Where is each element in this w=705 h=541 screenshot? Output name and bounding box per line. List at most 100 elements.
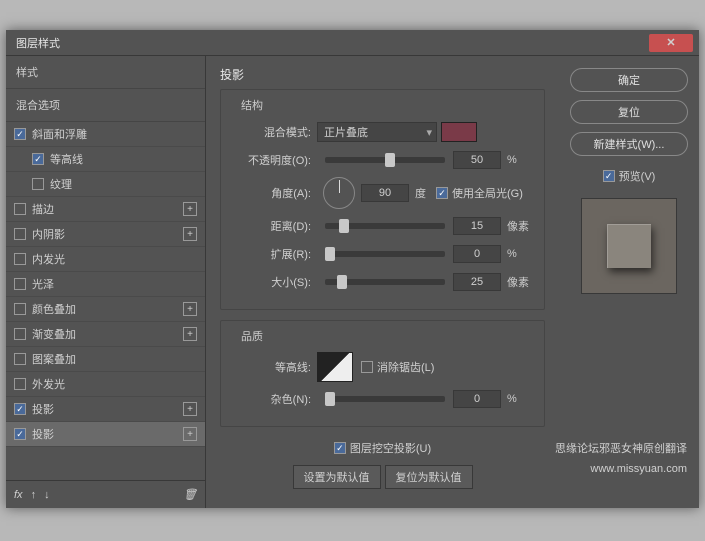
layer-style-dialog: 图层样式 ✕ 样式 混合选项 斜面和浮雕等高线纹理描边+内阴影+内发光光泽颜色叠… [6,30,699,508]
close-button[interactable]: ✕ [649,34,693,52]
titlebar[interactable]: 图层样式 ✕ [6,30,699,56]
style-checkbox[interactable] [14,128,26,140]
structure-fieldset: 结构 混合模式: 正片叠底 不透明度(O): 50 % 角度(A): 90 度 [220,89,545,310]
style-label: 渐变叠加 [32,326,183,342]
add-effect-icon[interactable]: + [183,427,197,441]
global-light-label: 使用全局光(G) [452,185,523,201]
style-checkbox[interactable] [14,378,26,390]
blend-mode-select[interactable]: 正片叠底 [317,122,437,142]
style-checkbox[interactable] [14,278,26,290]
panel-title: 投影 [220,66,545,83]
global-light-checkbox[interactable] [436,187,448,199]
close-icon: ✕ [666,36,675,49]
ok-button[interactable]: 确定 [570,68,688,92]
preview-label: 预览(V) [619,168,656,184]
distance-label: 距离(D): [233,218,317,234]
make-default-button[interactable]: 设置为默认值 [293,465,381,489]
style-checkbox[interactable] [14,203,26,215]
preview-checkbox[interactable] [603,170,615,182]
add-effect-icon[interactable]: + [183,327,197,341]
noise-unit: % [507,393,517,405]
arrow-down-icon[interactable]: ↓ [44,489,50,501]
add-effect-icon[interactable]: + [183,227,197,241]
style-item-5[interactable]: 内发光 [6,247,205,272]
quality-title: 品质 [237,328,267,344]
size-input[interactable]: 25 [453,273,501,291]
style-item-12[interactable]: 投影+ [6,422,205,447]
style-checkbox[interactable] [14,403,26,415]
arrow-up-icon[interactable]: ↑ [31,489,37,501]
style-label: 投影 [32,401,183,417]
spread-unit: % [507,248,517,260]
distance-slider[interactable] [325,223,445,229]
style-item-2[interactable]: 纹理 [6,172,205,197]
blending-options-header[interactable]: 混合选项 [6,89,205,122]
style-item-7[interactable]: 颜色叠加+ [6,297,205,322]
angle-dial[interactable] [323,177,355,209]
style-label: 描边 [32,201,183,217]
style-item-4[interactable]: 内阴影+ [6,222,205,247]
style-label: 等高线 [50,151,197,167]
distance-input[interactable]: 15 [453,217,501,235]
style-item-8[interactable]: 渐变叠加+ [6,322,205,347]
noise-label: 杂色(N): [233,391,317,407]
fx-icon[interactable]: fx [14,489,23,501]
new-style-button[interactable]: 新建样式(W)... [570,132,688,156]
style-checkbox[interactable] [14,353,26,365]
trash-icon[interactable]: 🗑 [183,488,197,501]
style-label: 内发光 [32,251,197,267]
angle-label: 角度(A): [233,185,317,201]
slider-thumb[interactable] [325,392,335,406]
cancel-button[interactable]: 复位 [570,100,688,124]
antialias-label: 消除锯齿(L) [377,359,434,375]
style-label: 投影 [32,426,183,442]
quality-fieldset: 品质 等高线: 消除锯齿(L) 杂色(N): 0 % [220,320,545,427]
styles-header[interactable]: 样式 [6,56,205,89]
style-checkbox[interactable] [14,328,26,340]
slider-thumb[interactable] [337,275,347,289]
angle-unit: 度 [415,185,426,201]
opacity-slider[interactable] [325,157,445,163]
style-checkbox[interactable] [14,228,26,240]
style-checkbox[interactable] [32,178,44,190]
style-checkbox[interactable] [32,153,44,165]
style-checkbox[interactable] [14,303,26,315]
slider-thumb[interactable] [385,153,395,167]
knockout-checkbox[interactable] [334,442,346,454]
style-item-6[interactable]: 光泽 [6,272,205,297]
structure-title: 结构 [237,97,267,113]
style-list: 斜面和浮雕等高线纹理描边+内阴影+内发光光泽颜色叠加+渐变叠加+图案叠加外发光投… [6,122,205,480]
drop-shadow-panel: 投影 结构 混合模式: 正片叠底 不透明度(O): 50 % 角度(A): [206,56,559,508]
noise-slider[interactable] [325,396,445,402]
spread-slider[interactable] [325,251,445,257]
style-checkbox[interactable] [14,428,26,440]
contour-picker[interactable] [317,352,353,382]
add-effect-icon[interactable]: + [183,302,197,316]
window-title: 图层样式 [16,35,60,51]
color-swatch[interactable] [441,122,477,142]
spread-input[interactable]: 0 [453,245,501,263]
style-item-9[interactable]: 图案叠加 [6,347,205,372]
preview-cube [607,224,651,268]
style-item-10[interactable]: 外发光 [6,372,205,397]
style-item-0[interactable]: 斜面和浮雕 [6,122,205,147]
slider-thumb[interactable] [325,247,335,261]
opacity-input[interactable]: 50 [453,151,501,169]
style-checkbox[interactable] [14,253,26,265]
reset-default-button[interactable]: 复位为默认值 [385,465,473,489]
slider-thumb[interactable] [339,219,349,233]
style-label: 斜面和浮雕 [32,126,197,142]
styles-sidebar: 样式 混合选项 斜面和浮雕等高线纹理描边+内阴影+内发光光泽颜色叠加+渐变叠加+… [6,56,206,508]
knockout-label: 图层挖空投影(U) [350,440,431,456]
style-item-1[interactable]: 等高线 [6,147,205,172]
distance-unit: 像素 [507,218,529,234]
antialias-checkbox[interactable] [361,361,373,373]
add-effect-icon[interactable]: + [183,202,197,216]
noise-input[interactable]: 0 [453,390,501,408]
angle-input[interactable]: 90 [361,184,409,202]
add-effect-icon[interactable]: + [183,402,197,416]
right-panel: 确定 复位 新建样式(W)... 预览(V) [559,56,699,508]
style-item-3[interactable]: 描边+ [6,197,205,222]
style-item-11[interactable]: 投影+ [6,397,205,422]
size-slider[interactable] [325,279,445,285]
